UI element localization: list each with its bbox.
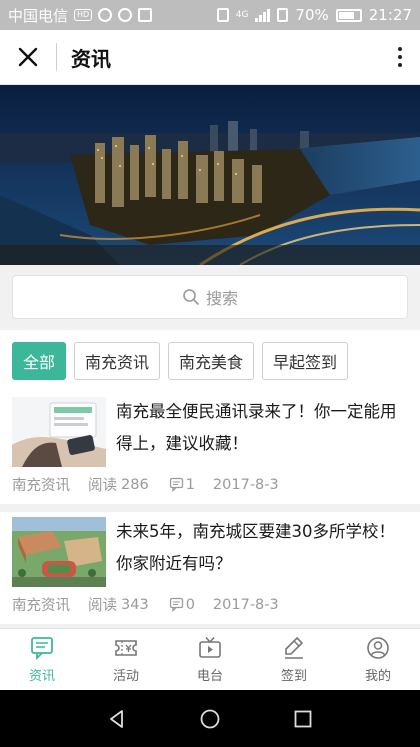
comment-count: 0	[185, 596, 195, 613]
nav-sign-in[interactable]: 签到	[252, 629, 336, 690]
read-count: 286	[121, 476, 149, 493]
tab-all[interactable]: 全部	[12, 342, 67, 380]
nav-news[interactable]: 资讯	[0, 629, 84, 690]
radio-icon	[199, 636, 221, 658]
comment-count-wrap: 0	[169, 597, 195, 613]
article-source: 南充资讯	[12, 598, 70, 614]
tab-morning-sign-in[interactable]: 早起签到	[262, 342, 349, 380]
signal-icon	[255, 8, 271, 22]
clock: 21:27	[368, 6, 412, 24]
article-thumbnail	[12, 517, 106, 587]
bottom-navigation: 资讯 活动 电台 签到 我的	[0, 628, 420, 690]
search-section: 搜索	[0, 265, 420, 330]
comment-count-wrap: 1	[169, 477, 195, 493]
category-tabs: 全部 南充资讯 南充美食 早起签到	[0, 330, 420, 392]
city-night-banner[interactable]	[0, 85, 420, 265]
vibrate-icon	[216, 8, 229, 22]
article-item[interactable]: 南充最全便民通讯录来了！你一定能用得上，建议收藏！ 南充资讯 阅读 286 1 …	[0, 392, 420, 504]
close-icon	[18, 47, 38, 67]
nav-label: 我的	[364, 669, 391, 684]
tab-nanchong-food[interactable]: 南充美食	[168, 342, 255, 380]
more-dot-icon	[398, 55, 402, 59]
nav-label: 电台	[196, 669, 223, 684]
nav-label: 签到	[280, 669, 307, 684]
battery-icon	[335, 8, 362, 22]
article-thumbnail	[12, 397, 106, 467]
more-options-button[interactable]	[380, 30, 420, 85]
nav-label: 资讯	[28, 669, 55, 684]
article-meta: 南充资讯 阅读 286 1 2017-8-3	[12, 474, 279, 495]
banner-image	[0, 85, 420, 265]
article-item[interactable]: 未来5年，南充城区要建30多所学校！你家附近有吗？ 南充资讯 阅读 343 0 …	[0, 512, 420, 624]
news-icon	[31, 637, 53, 661]
read-count: 343	[121, 596, 149, 613]
comment-count: 1	[185, 476, 195, 493]
play-icon	[98, 8, 113, 22]
article-source: 南充资讯	[12, 478, 70, 494]
nav-label: 活动	[112, 669, 139, 684]
article-title: 未来5年，南充城区要建30多所学校！你家附近有吗？	[116, 522, 395, 573]
ticket-icon	[115, 640, 137, 656]
article-title: 南充最全便民通讯录来了！你一定能用得上，建议收藏！	[116, 402, 397, 453]
close-button[interactable]	[0, 30, 56, 85]
title-divider	[56, 43, 57, 71]
comment-icon	[169, 597, 183, 612]
recent-apps-icon[interactable]	[292, 708, 314, 730]
more-dot-icon	[398, 63, 402, 67]
search-icon	[183, 289, 199, 305]
top-bar: 资讯	[0, 30, 420, 85]
article-date: 2017-8-3	[212, 476, 279, 493]
network-type: 4G	[235, 9, 249, 20]
status-bar: 中国电信 HD 4G 70% 21:27	[0, 0, 420, 30]
tab-nanchong-news[interactable]: 南充资讯	[74, 342, 161, 380]
page-title: 资讯	[71, 46, 111, 71]
system-navigation-bar	[0, 690, 420, 747]
sim-icon	[277, 8, 289, 22]
home-icon[interactable]	[199, 708, 221, 730]
back-icon[interactable]	[106, 708, 128, 730]
battery-percent: 70%	[295, 6, 329, 24]
article-date: 2017-8-3	[212, 596, 279, 613]
carrier-name: 中国电信	[8, 6, 69, 25]
nav-profile[interactable]: 我的	[336, 629, 420, 690]
read-label: 阅读	[88, 478, 117, 494]
nav-activities[interactable]: 活动	[84, 629, 168, 690]
search-input[interactable]: 搜索	[12, 275, 408, 319]
more-dot-icon	[398, 47, 402, 51]
article-meta: 南充资讯 阅读 343 0 2017-8-3	[12, 594, 279, 615]
search-placeholder: 搜索	[205, 289, 238, 308]
sign-in-icon	[285, 636, 304, 659]
read-label: 阅读	[88, 598, 117, 614]
weibo-icon	[118, 8, 133, 22]
hd-badge: HD	[74, 9, 93, 21]
profile-icon	[367, 637, 389, 659]
nav-radio[interactable]: 电台	[168, 629, 252, 690]
image-icon	[138, 8, 153, 22]
comment-icon	[169, 477, 183, 492]
